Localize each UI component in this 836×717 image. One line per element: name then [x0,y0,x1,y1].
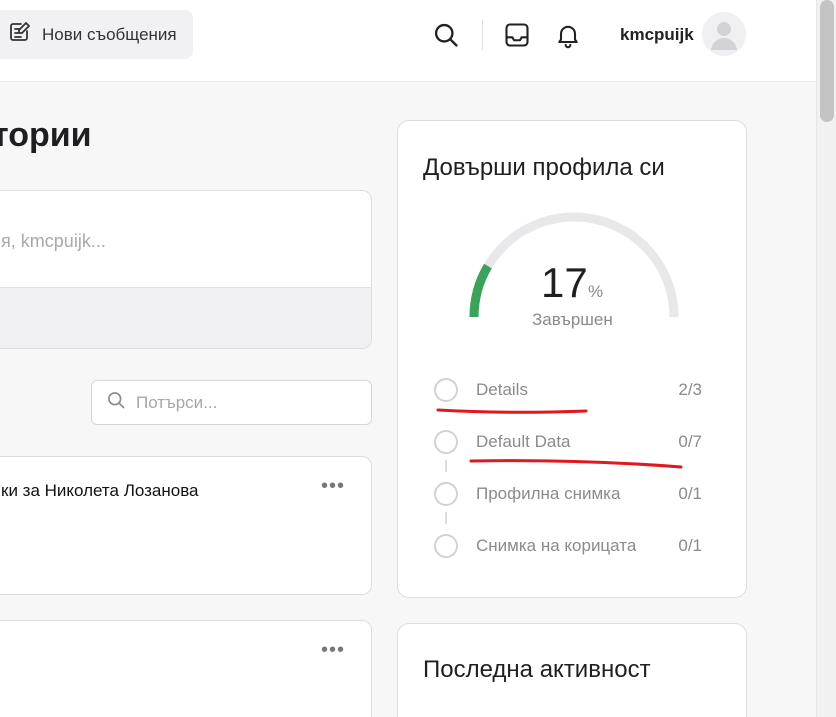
step-status-circle-icon [434,534,458,558]
composer-placeholder[interactable]: ия, kmcpuijk... [0,231,106,252]
profile-steps-list: Details 2/3 Default Data 0/7 Профилна сн… [434,374,724,582]
search-icon[interactable] [432,21,460,49]
username[interactable]: kmcpuijk [620,25,694,45]
percent-sign: % [588,282,604,301]
post-composer[interactable]: ия, kmcpuijk... [0,190,372,349]
scroll-thumb[interactable] [820,0,834,122]
step-profile-photo[interactable]: Профилна снимка 0/1 [434,478,724,530]
step-connector [445,512,447,524]
bell-icon[interactable] [554,21,582,49]
widget-title: Довърши профила си [423,154,665,181]
compose-icon [8,20,32,49]
new-messages-label: Нови съобщения [42,24,177,44]
composer-toolbar [0,287,371,348]
profile-completion-widget: Довърши профила си 17 % Завършен Details… [397,120,747,598]
search-input[interactable] [136,392,336,413]
step-name: Default Data [476,432,571,451]
step-status-circle-icon [434,430,458,454]
inbox-icon[interactable] [503,21,531,49]
step-count: 2/3 [678,380,702,399]
step-name: Профилна снимка [476,484,621,503]
step-count: 0/1 [678,536,702,555]
page-scrollbar[interactable] [816,0,836,717]
step-connector [445,460,447,472]
step-cover-photo[interactable]: Снимка на корицата 0/1 [434,530,724,582]
step-default-data[interactable]: Default Data 0/7 [434,426,724,478]
new-messages-button[interactable]: Нови съобщения [0,10,193,59]
completion-percent: 17 [541,259,588,306]
post-card[interactable]: ки за Николета Лозанова ••• [0,456,372,595]
more-options-icon[interactable]: ••• [321,639,345,662]
top-header: Нови съобщения kmcpuijk [0,0,816,82]
post-card[interactable]: ••• [0,620,372,717]
search-field[interactable] [91,380,372,425]
post-text: ки за Николета Лозанова [1,481,199,500]
header-divider [482,20,483,50]
step-count: 0/7 [678,432,702,451]
page-title: тории [0,116,92,154]
step-status-circle-icon [434,482,458,506]
gauge-fill [469,263,492,318]
avatar[interactable] [702,12,746,56]
more-options-icon[interactable]: ••• [321,475,345,498]
step-name: Снимка на корицата [476,536,637,555]
widget-title: Последна активност [423,656,651,683]
step-name: Details [476,380,528,399]
step-details[interactable]: Details 2/3 [434,374,724,426]
user-icon [711,22,737,50]
completed-label: Завършен [532,310,613,329]
search-icon [106,390,126,415]
step-count: 0/1 [678,484,702,503]
recent-activity-widget: Последна активност [397,623,747,717]
step-status-circle-icon [434,378,458,402]
